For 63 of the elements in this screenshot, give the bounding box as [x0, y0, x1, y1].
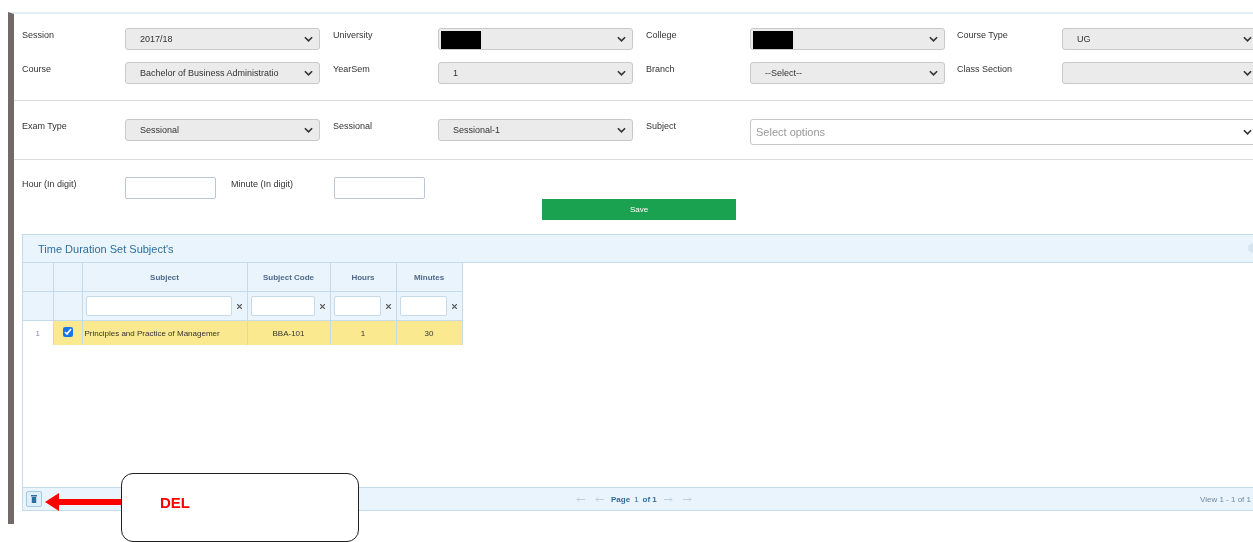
field-label: Course [22, 63, 52, 74]
dropdown[interactable]: UG [1062, 28, 1253, 50]
caret-icon [1243, 36, 1252, 42]
record-count: View 1 - 1 of 1 [1200, 494, 1251, 504]
dropdown[interactable]: Bachelor of Business Administratio [125, 62, 320, 84]
field-label: University [333, 29, 374, 40]
field-label: Minute (In digit) [230, 178, 295, 191]
column-header[interactable]: Minutes [396, 263, 462, 292]
grid-title: Time Duration Set Subject's [38, 242, 174, 255]
page-label: Page [611, 494, 631, 504]
column-header[interactable]: Hours [330, 263, 396, 292]
caret-icon [929, 36, 938, 42]
caret-icon [617, 127, 626, 133]
dropdown[interactable]: --Select-- [750, 62, 945, 84]
caret-icon [304, 127, 313, 133]
input-field[interactable] [334, 177, 425, 199]
first-page-icon[interactable] [576, 494, 585, 504]
field-label: Session [22, 29, 56, 40]
delete-button[interactable] [26, 491, 42, 507]
dropdown[interactable]: 2017/18 [125, 28, 320, 50]
dropdown[interactable] [438, 28, 633, 50]
caret-icon [1243, 70, 1252, 76]
row-number: 1 [23, 320, 53, 345]
dropdown[interactable]: Sessional [125, 119, 320, 141]
clear-icon[interactable] [235, 302, 244, 310]
dropdown[interactable]: Sessional-1 [438, 119, 633, 141]
caret-icon [929, 70, 938, 76]
table-cell: Principles and Practice of Managemer [82, 320, 247, 345]
callout-text: DEL [160, 494, 190, 511]
filter-field[interactable] [333, 296, 381, 316]
field-label: Sessional [333, 120, 374, 131]
column-header[interactable]: Subject [82, 263, 247, 292]
field-label: Subject [646, 120, 678, 131]
caret-icon [617, 70, 626, 76]
field-label: Branch [646, 63, 676, 74]
caret-icon [1243, 129, 1252, 135]
field-label: YearSem [333, 63, 371, 74]
clear-icon[interactable] [384, 302, 393, 310]
arrow-icon [45, 492, 122, 512]
filter-field[interactable] [399, 296, 447, 316]
dropdown[interactable]: 1 [438, 62, 633, 84]
column-header[interactable]: Subject Code [247, 263, 330, 292]
filter-field[interactable] [250, 296, 315, 316]
row-checkbox[interactable] [62, 327, 73, 337]
clear-icon[interactable] [318, 302, 327, 310]
clear-icon[interactable] [450, 302, 459, 310]
field-label: Exam Type [22, 120, 68, 131]
input-field[interactable] [125, 177, 216, 199]
caret-icon [304, 36, 313, 42]
page-number[interactable]: 1 [634, 494, 639, 504]
dropdown[interactable] [750, 28, 945, 50]
caret-icon [304, 70, 313, 76]
filter-field[interactable] [85, 296, 232, 316]
last-page-icon[interactable] [682, 494, 692, 504]
field-label: Hour (In digit) [22, 178, 78, 191]
field-label: Class Section [957, 63, 1014, 74]
caret-icon [617, 36, 626, 42]
field-label: College [646, 29, 678, 40]
trash-icon [31, 495, 37, 503]
page-count: of 1 [642, 494, 657, 504]
field-label: Course Type [957, 29, 1009, 40]
next-page-icon[interactable] [663, 494, 673, 504]
previous-page-icon[interactable] [595, 494, 604, 504]
